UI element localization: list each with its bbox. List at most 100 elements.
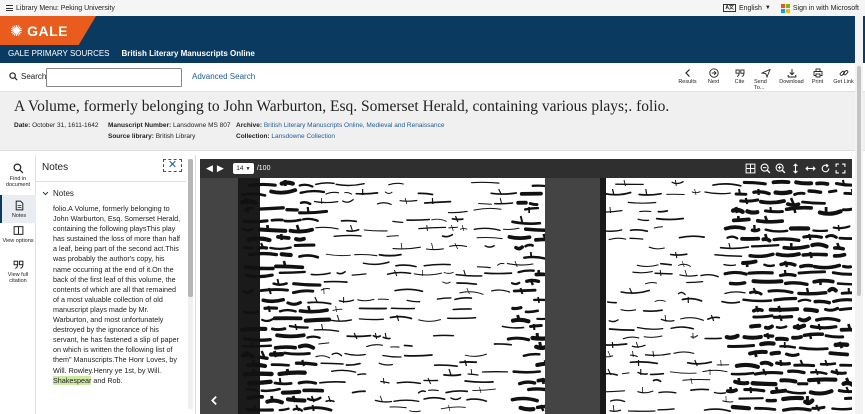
manuscript-value: Lansdowne MS 807 <box>173 122 231 129</box>
quote-icon <box>13 260 23 269</box>
rail-view-options[interactable]: View options <box>0 225 36 253</box>
library-menu-label: Library Menu: Peking University <box>16 4 115 12</box>
notes-body: folio.A Volume, formerly belonging to Jo… <box>53 204 181 386</box>
archive-label: Archive: <box>236 122 263 129</box>
search-input[interactable] <box>46 68 182 87</box>
source-label: Source library: <box>108 133 154 140</box>
zoom-in-icon[interactable] <box>775 163 786 174</box>
page-scrollbar[interactable] <box>855 16 863 414</box>
gale-logo[interactable]: ✺ GALE <box>0 16 96 45</box>
manuscript-label: Manuscript Number: <box>108 122 172 129</box>
results-button[interactable]: Results <box>676 66 699 91</box>
manuscript-page-left[interactable] <box>238 178 545 414</box>
document-icon <box>15 200 23 210</box>
search-toolbar-row: Search: Advanced Search Results Next Cit… <box>0 63 865 92</box>
search-icon <box>12 163 23 174</box>
page-select[interactable]: 14 ▼ <box>232 163 254 174</box>
gale-logo-text: GALE <box>27 22 68 39</box>
download-button[interactable]: Download <box>779 66 804 91</box>
archive-meta: Archive: British Literary Manuscripts On… <box>236 122 444 129</box>
next-button[interactable]: Next <box>702 66 725 91</box>
collection-link-meta[interactable]: Lansdowne Collection <box>271 133 335 140</box>
columns-icon <box>13 226 23 235</box>
zoom-out-icon[interactable] <box>760 163 771 174</box>
search-label: Search: <box>21 72 49 81</box>
fit-width-icon[interactable] <box>805 163 816 174</box>
side-rail: Find in document Notes View options View… <box>0 155 36 414</box>
collection-meta: Collection: Lansdowne Collection <box>236 133 335 140</box>
manuscript-scan-right <box>600 178 852 414</box>
print-button[interactable]: Print <box>806 66 829 91</box>
notes-panel: Notes ✕ Notes folio.A Volume, formerly b… <box>36 155 196 414</box>
send-to-button[interactable]: Send To... <box>754 66 777 91</box>
hamburger-icon <box>6 5 13 11</box>
advanced-search-link[interactable]: Advanced Search <box>192 72 255 81</box>
get-link-label: Get Link <box>833 79 854 85</box>
language-selector[interactable]: A文 English ▼ <box>723 4 771 12</box>
source-value: British Library <box>155 133 196 140</box>
gale-star-icon: ✺ <box>10 22 24 40</box>
grid-icon[interactable] <box>745 163 756 174</box>
fullscreen-icon[interactable] <box>835 163 846 174</box>
notes-text-before: folio.A Volume, formerly belonging to Jo… <box>53 204 181 375</box>
document-title-area: A Volume, formerly belonging to John War… <box>0 92 865 151</box>
notes-section-label: Notes <box>53 189 74 198</box>
prev-page-icon[interactable]: ◀ <box>206 163 213 174</box>
page-total: /100 <box>256 165 271 172</box>
notes-section-toggle[interactable]: Notes <box>42 189 74 198</box>
notes-scrollbar[interactable] <box>188 159 193 409</box>
primary-sources-link[interactable]: GALE PRIMARY SOURCES <box>8 49 110 58</box>
date-value: October 31, 1611-1642 <box>32 122 99 129</box>
arrow-left-icon <box>210 395 217 405</box>
rail-notes-label: Notes <box>11 212 27 219</box>
rail-find-in-document[interactable]: Find in document <box>0 163 36 193</box>
send-icon <box>760 68 771 78</box>
send-to-label: Send To... <box>754 79 767 91</box>
cite-label: Cite <box>734 79 745 85</box>
caret-down-icon: ▼ <box>764 5 771 11</box>
quote-icon <box>735 69 744 77</box>
cite-button[interactable]: Cite <box>728 66 751 91</box>
search-icon <box>9 72 18 81</box>
close-notes-button[interactable]: ✕ <box>163 159 182 172</box>
microsoft-logo-icon <box>780 3 790 13</box>
signin-microsoft[interactable]: Sign in with Microsoft <box>780 3 859 13</box>
rail-notes[interactable]: Notes <box>0 195 36 223</box>
chevron-down-icon <box>42 191 49 196</box>
language-label: English <box>738 4 762 12</box>
viewer-toolbar: ◀ ▶ 14 ▼ /100 <box>200 159 852 178</box>
collection-label: Collection: <box>236 133 270 140</box>
get-link-button[interactable]: Get Link <box>832 66 855 91</box>
signin-label: Sign in with Microsoft <box>792 4 859 12</box>
page-scroll-thumb[interactable] <box>857 66 861 296</box>
manuscript-meta: Manuscript Number: Lansdowne MS 807 <box>108 122 230 129</box>
library-menu[interactable]: Library Menu: Peking University <box>6 5 115 12</box>
image-viewer: ◀ ▶ 14 ▼ /100 <box>200 159 852 414</box>
site-header: ✺ GALE GALE PRIMARY SOURCES British Lite… <box>0 16 865 63</box>
next-label: Next <box>707 79 720 85</box>
chevron-left-icon <box>684 68 690 77</box>
date-meta: Date: October 31, 1611-1642 <box>14 122 98 129</box>
utility-bar: Library Menu: Peking University A文 Engli… <box>0 0 865 16</box>
rail-view-citation[interactable]: View full citation <box>0 259 36 289</box>
rotate-icon[interactable] <box>820 163 831 174</box>
print-label: Print <box>811 79 824 85</box>
next-page-icon[interactable]: ▶ <box>217 163 224 174</box>
archive-link[interactable]: British Literary Manuscripts Online, Med… <box>264 122 445 129</box>
previous-page-button[interactable] <box>204 390 224 410</box>
rail-view-citation-label: View full citation <box>7 272 29 284</box>
notes-scroll-thumb[interactable] <box>188 159 193 297</box>
notes-divider <box>36 181 186 182</box>
close-icon: ✕ <box>167 159 178 171</box>
collection-link[interactable]: British Literary Manuscripts Online <box>122 49 255 58</box>
manuscript-scan-left <box>238 178 545 414</box>
download-icon <box>787 68 796 77</box>
date-label: Date: <box>14 122 31 129</box>
print-icon <box>813 68 822 77</box>
manuscript-page-right[interactable] <box>600 178 852 414</box>
results-label: Results <box>678 79 697 85</box>
search-hit-highlight: Shakespear <box>53 375 92 385</box>
fit-height-icon[interactable] <box>790 163 801 174</box>
source-meta: Source library: British Library <box>108 133 195 140</box>
link-icon <box>839 69 848 76</box>
